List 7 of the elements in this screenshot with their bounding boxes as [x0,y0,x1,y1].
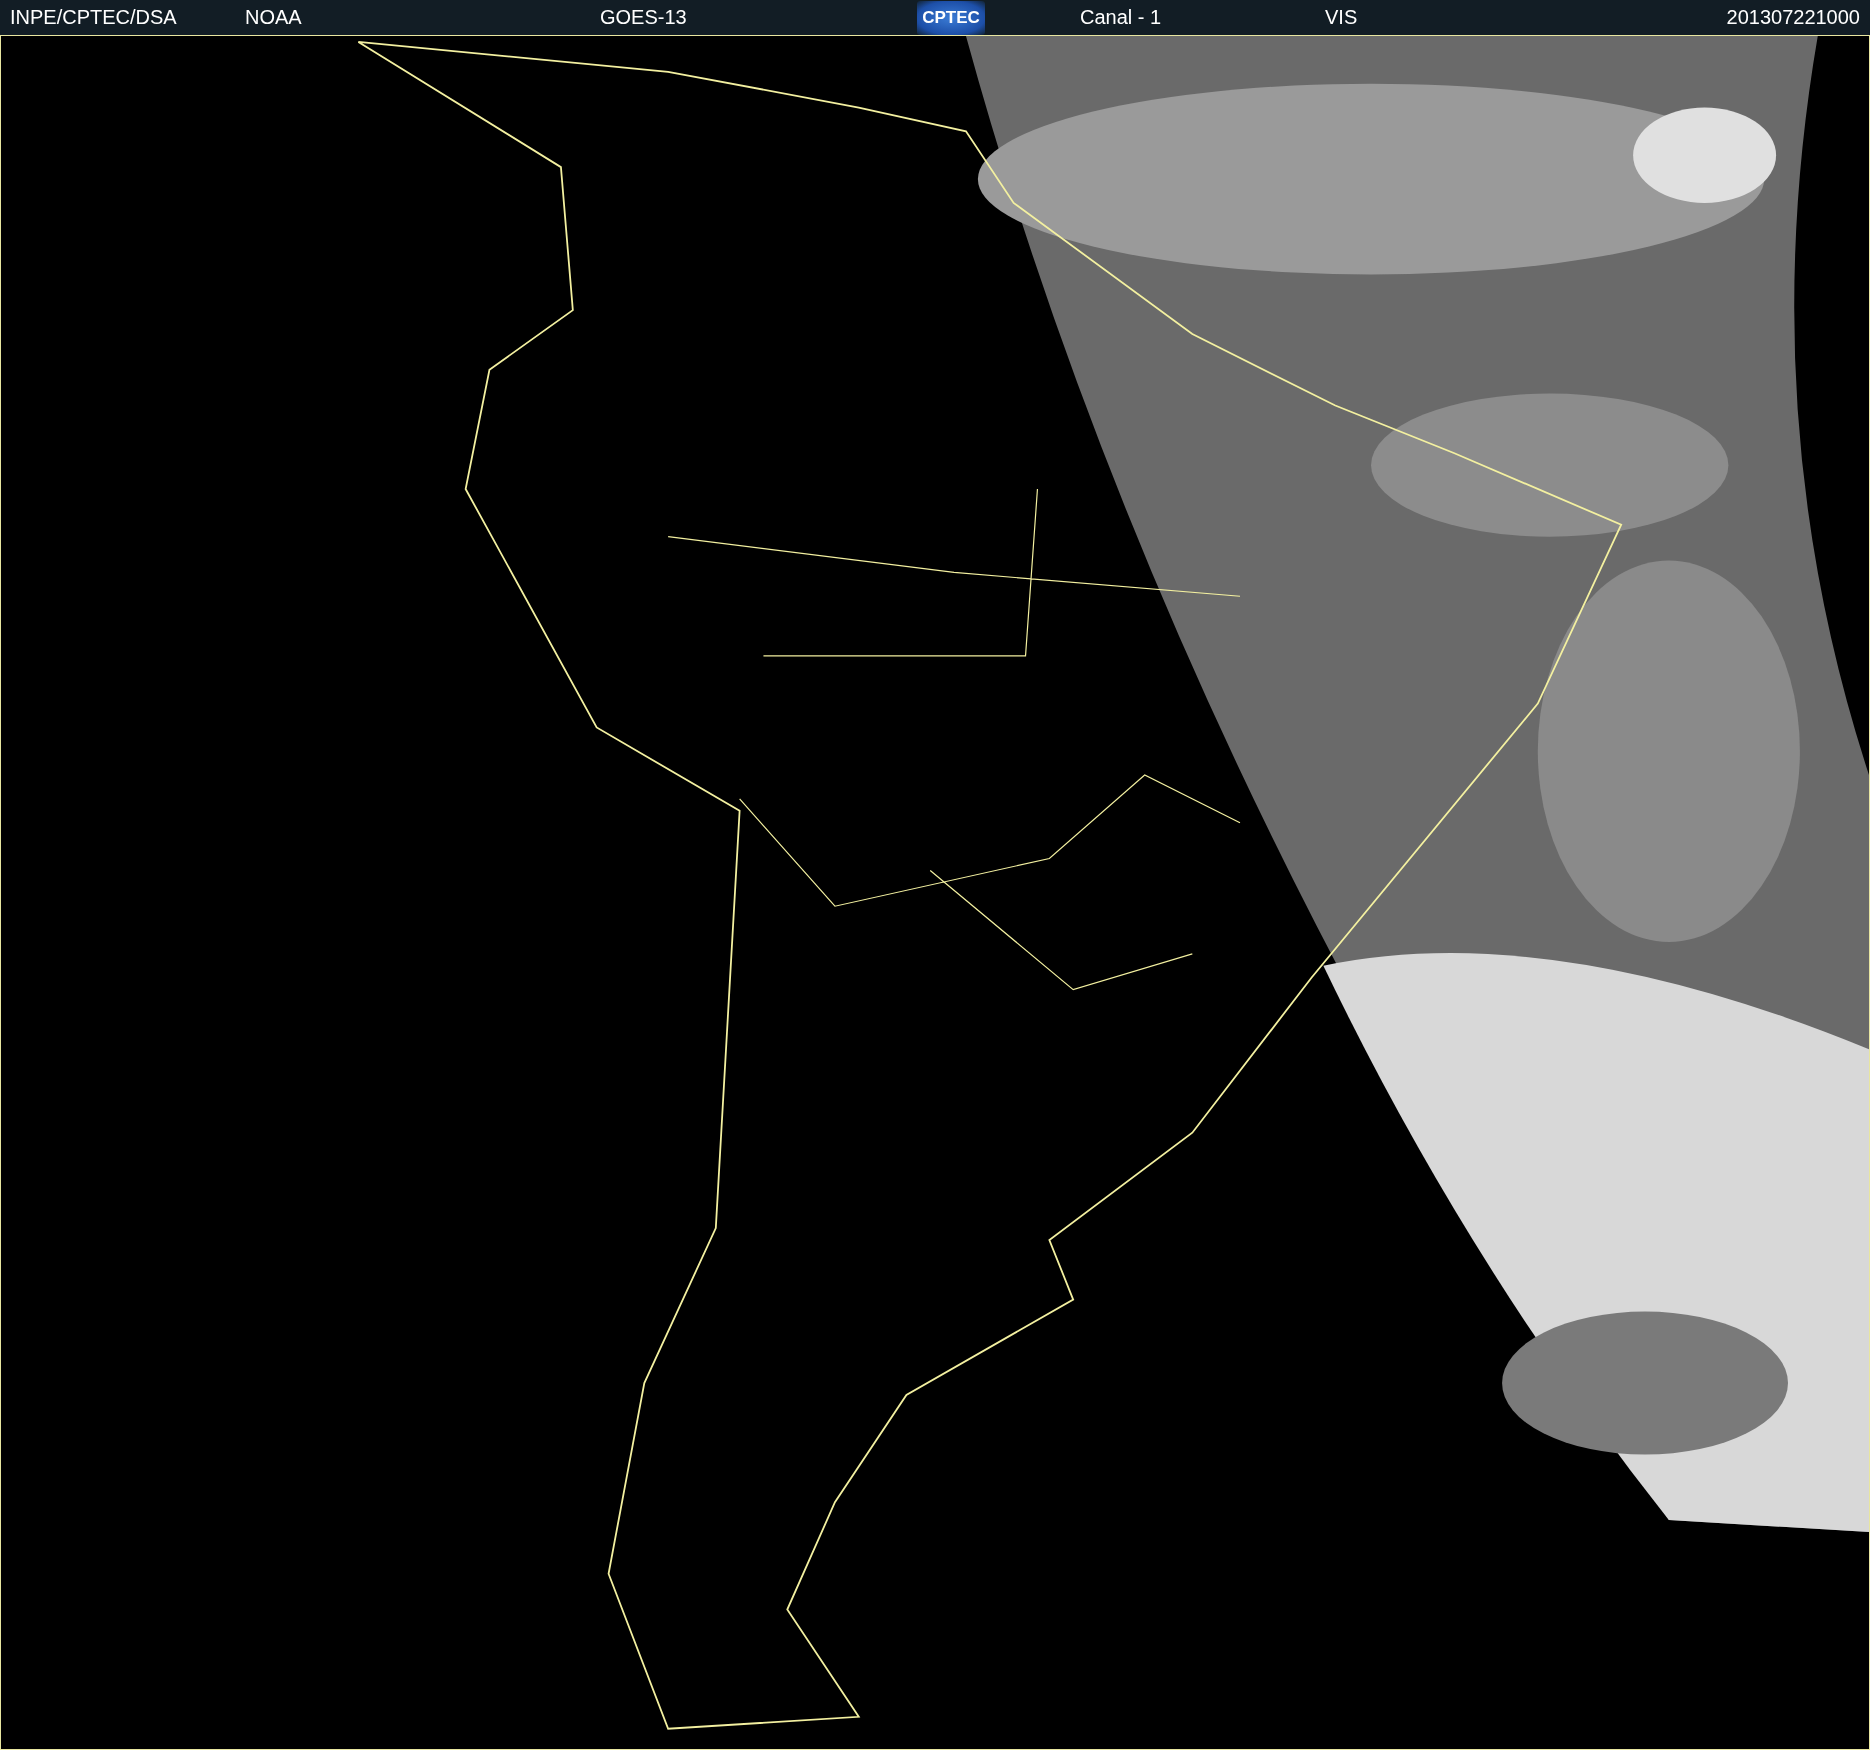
satellite-label: GOES-13 [600,6,688,29]
logo: CPTEC [917,0,985,35]
timestamp-label: 201307221000 [1726,6,1860,29]
source-label: INPE/CPTEC/DSA [10,6,178,29]
band-label: VIS [1325,6,1358,29]
channel-label: Canal - 1 [1080,6,1163,29]
agency-label: NOAA [245,6,303,29]
